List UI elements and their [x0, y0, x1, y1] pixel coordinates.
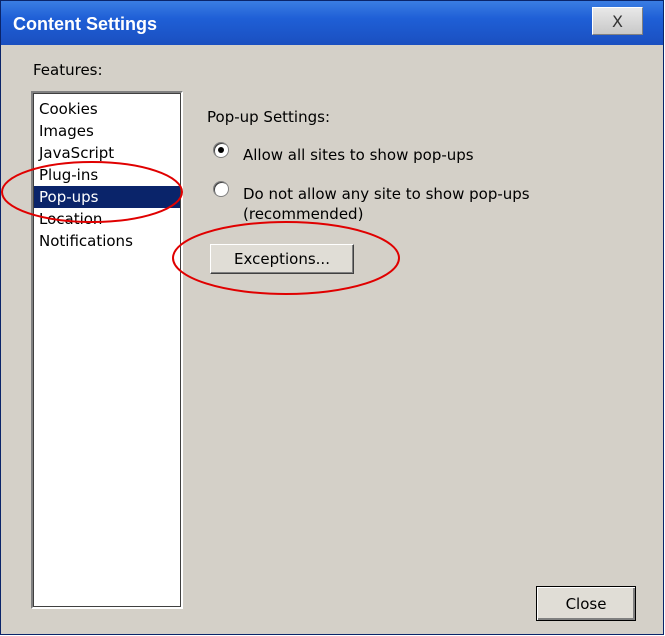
radio-allow-all[interactable]	[213, 142, 229, 158]
features-list[interactable]: Cookies Images JavaScript Plug-ins Pop-u…	[31, 91, 183, 609]
feature-item-notifications[interactable]: Notifications	[33, 230, 181, 252]
close-icon: X	[612, 11, 623, 31]
close-button[interactable]: Close	[536, 586, 636, 621]
feature-item-popups[interactable]: Pop-ups	[33, 186, 181, 208]
feature-item-plugins[interactable]: Plug-ins	[33, 164, 181, 186]
exceptions-button[interactable]: Exceptions...	[210, 244, 354, 274]
feature-item-cookies[interactable]: Cookies	[33, 98, 181, 120]
radio-allow-all-label[interactable]: Allow all sites to show pop-ups	[243, 146, 474, 164]
content-settings-dialog: Content Settings X Features: Cookies Ima…	[0, 0, 664, 635]
features-label: Features:	[33, 61, 103, 79]
popup-settings-heading: Pop-up Settings:	[207, 108, 330, 126]
feature-item-images[interactable]: Images	[33, 120, 181, 142]
window-title: Content Settings	[13, 14, 157, 34]
radio-block-all[interactable]	[213, 181, 229, 197]
feature-item-location[interactable]: Location	[33, 208, 181, 230]
radio-selected-dot	[218, 147, 224, 153]
title-bar[interactable]: Content Settings X	[1, 1, 663, 45]
radio-block-all-label-2[interactable]: (recommended)	[243, 205, 363, 223]
feature-item-javascript[interactable]: JavaScript	[33, 142, 181, 164]
title-close-button[interactable]: X	[592, 7, 643, 35]
radio-block-all-label[interactable]: Do not allow any site to show pop-ups	[243, 185, 530, 203]
